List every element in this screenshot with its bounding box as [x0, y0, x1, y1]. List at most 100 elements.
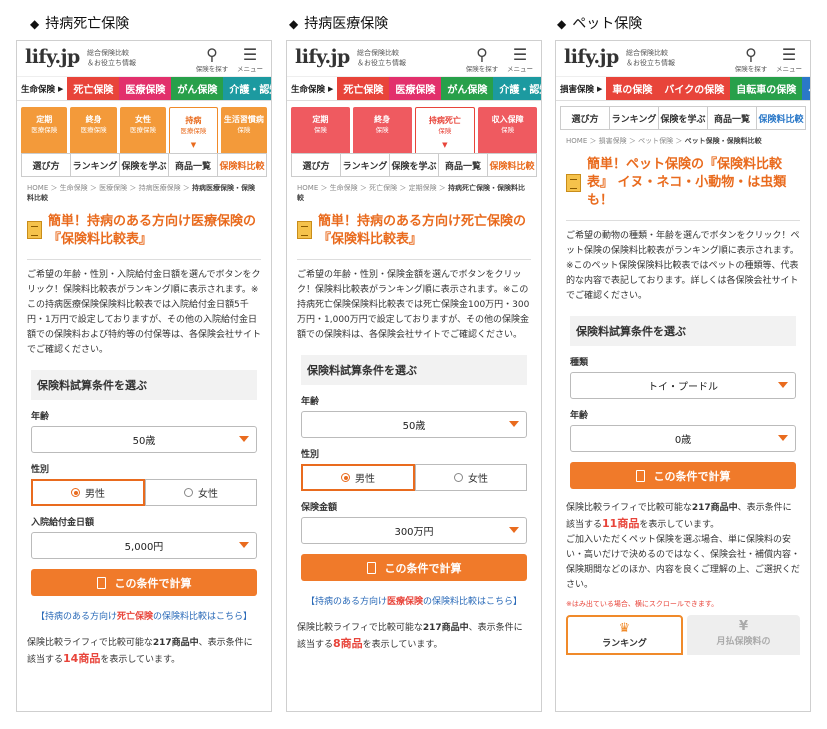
phone-screen-death: lify.jp 総合保険比較 ＆お役立ち情報 ⚲ 保険を探す ☰ メニュー 生命保険 ▶… [286, 40, 542, 712]
nav-how-to-choose[interactable]: 選び方 [22, 154, 71, 176]
nav-ranking[interactable]: ランキング [71, 154, 120, 176]
site-logo[interactable]: lify.jp [564, 46, 619, 68]
breadcrumb: HOME ＞ 損害保険 ＞ ペット保険 ＞ ペット保険・保険料比較 [566, 137, 762, 145]
menu-button[interactable]: ☰ メニュー [233, 47, 267, 74]
pet-type-select[interactable]: トイ・プードル [570, 372, 796, 399]
result-summary: 保険比較ライフィで比較可能な217商品中、表示条件に該当する11商品を表示してい… [566, 503, 792, 530]
phone-screen-pet: lify.jp 総合保険比較 ＆お役立ち情報 ⚲ 保険を探す ☰ メニュー 損害保険 ▶… [555, 40, 811, 712]
dropdown-arrow-icon [239, 542, 249, 548]
triangle-down-icon: ▼ [190, 141, 197, 149]
subtab-whole-life-medical[interactable]: 終身 医療保険 [70, 107, 117, 153]
category-cancer-insurance[interactable]: がん保険 [441, 77, 494, 100]
scroll-note: ※はみ出ている場合、横にスクロールできます。 [566, 600, 719, 608]
nav-price-compare[interactable]: 保険料比較 [488, 154, 536, 176]
nav-product-list[interactable]: 商品一覧 [708, 107, 757, 129]
menu-button[interactable]: ☰ メニュー [503, 45, 537, 74]
category-death-insurance[interactable]: 死亡保険 [67, 77, 120, 100]
nav-product-list[interactable]: 商品一覧 [439, 154, 488, 176]
category-death-insurance[interactable]: 死亡保険 [337, 77, 390, 100]
age-select[interactable]: 50歳 [31, 426, 257, 453]
category-care-insurance[interactable]: 介護・認知 [493, 77, 541, 100]
category-pet-insurance[interactable]: ペッ [802, 77, 810, 100]
category-care-insurance[interactable]: 介護・認知 [223, 77, 271, 100]
description-text: ご希望の年齢・性別・入院給付金日額を選んでボタンをクリック！保険料比較表がランキ… [27, 270, 262, 355]
age-select[interactable]: 50歳 [301, 411, 527, 438]
page-title: 簡単！持病のある方向け死亡保険の『保険料比較表』 [287, 205, 541, 249]
search-button[interactable]: ⚲ 保険を探す [195, 47, 229, 74]
coverage-amount-select[interactable]: 300万円 [301, 517, 527, 544]
category-life[interactable]: 生命保険 ▶ [287, 77, 338, 100]
category-medical-insurance[interactable]: 医療保険 [389, 77, 442, 100]
section-nav: 選び方 ランキング 保険を学ぶ 商品一覧 保険料比較 [291, 153, 537, 177]
hamburger-icon: ☰ [512, 45, 528, 64]
description-text: ご希望の年齢・性別・保険金額を選んでボタンをクリック！保険料比較表がランキング順… [297, 270, 530, 340]
calculator-book-icon [297, 221, 312, 239]
nav-ranking[interactable]: ランキング [610, 107, 659, 129]
age-label: 年齢 [301, 397, 320, 407]
age-select[interactable]: 0歳 [570, 425, 796, 452]
diamond-bullet-icon: ◆ [557, 17, 567, 31]
gender-male-radio[interactable]: 男性 [301, 464, 415, 491]
type-label: 種類 [570, 358, 589, 368]
subtab-chronic-death[interactable]: 持病死亡 保険 ▼ [414, 107, 476, 153]
column-label-1: ◆ 持病死亡保険 [30, 16, 130, 32]
nav-ranking[interactable]: ランキング [341, 154, 390, 176]
subtab-whole-life[interactable]: 終身 保険 [352, 107, 412, 153]
nav-price-compare[interactable]: 保険料比較 [218, 154, 266, 176]
subtab-term-medical[interactable]: 定期 医療保険 [21, 107, 68, 153]
gender-female-radio[interactable]: 女性 [145, 479, 257, 506]
gender-male-radio[interactable]: 男性 [31, 479, 145, 506]
age-label: 年齢 [31, 412, 50, 422]
section-heading: 保険料試算条件を選ぶ [570, 316, 796, 346]
site-logo[interactable]: lify.jp [295, 46, 350, 68]
related-link[interactable]: 【持病のある方向け医療保険の保険料比較はこちら】 [287, 581, 541, 609]
selection-advice: ご加入いただくペット保険を選ぶ場合、単に保険料の安い・高いだけで決めるのではなく… [566, 535, 801, 590]
category-life[interactable]: 生命保険 ▶ [17, 77, 68, 100]
gender-female-radio[interactable]: 女性 [415, 464, 527, 491]
search-icon: ⚲ [476, 45, 488, 64]
section-heading: 保険料試算条件を選ぶ [301, 355, 527, 385]
nav-price-compare[interactable]: 保険料比較 [757, 107, 805, 129]
subtab-income-protection[interactable]: 収入保障 保険 [478, 107, 537, 153]
calculator-icon [635, 469, 645, 482]
search-button[interactable]: ⚲ 保険を探す [465, 45, 499, 74]
search-button[interactable]: ⚲ 保険を探す [734, 45, 768, 74]
nav-learn[interactable]: 保険を学ぶ [659, 107, 708, 129]
triangle-right-icon: ▶ [328, 84, 334, 93]
related-link[interactable]: 【持病のある方向け死亡保険の保険料比較はこちら】 [17, 596, 271, 624]
hospital-benefit-select[interactable]: 5,000円 [31, 532, 257, 559]
nav-how-to-choose[interactable]: 選び方 [561, 107, 610, 129]
menu-button[interactable]: ☰ メニュー [772, 47, 806, 74]
dropdown-arrow-icon [509, 421, 519, 427]
dropdown-arrow-icon [778, 435, 788, 441]
gender-radio-group: 男性 女性 [301, 464, 527, 491]
search-icon: ⚲ [745, 45, 757, 64]
section-nav: 選び方 ランキング 保険を学ぶ 商品一覧 保険料比較 [560, 106, 806, 130]
subcategory-tabs: 定期 医療保険 終身 医療保険 女性 医療保険 持病 医療保険 ▼ 生活習慣病 保険 [17, 101, 271, 153]
result-tabs: ♛ ランキング ¥ 月払保険料の [566, 615, 800, 655]
hospital-benefit-label: 入院給付金日額 [31, 518, 95, 528]
nav-learn[interactable]: 保険を学ぶ [120, 154, 169, 176]
calculate-button[interactable]: この条件で計算 [570, 462, 796, 489]
category-non-life[interactable]: 損害保険 ▶ [556, 77, 607, 100]
nav-product-list[interactable]: 商品一覧 [169, 154, 218, 176]
calculate-button[interactable]: この条件で計算 [301, 554, 527, 581]
gender-radio-group: 男性 女性 [31, 479, 257, 506]
subtab-chronic-medical[interactable]: 持病 医療保険 ▼ [169, 107, 218, 153]
subtab-term-life[interactable]: 定期 保険 [291, 107, 350, 153]
category-cancer-insurance[interactable]: がん保険 [171, 77, 224, 100]
category-bicycle-insurance[interactable]: 自転車の保険 [730, 77, 803, 100]
page-title: 簡単！持病のある方向け医療保険の『保険料比較表』 [17, 205, 271, 249]
ranking-tab[interactable]: ♛ ランキング [566, 615, 683, 655]
calculate-button[interactable]: この条件で計算 [31, 569, 257, 596]
monthly-premium-tab[interactable]: ¥ 月払保険料の [687, 615, 800, 655]
nav-how-to-choose[interactable]: 選び方 [292, 154, 341, 176]
site-logo[interactable]: lify.jp [25, 46, 80, 68]
category-car-insurance[interactable]: 車の保険 [606, 77, 659, 100]
nav-learn[interactable]: 保険を学ぶ [390, 154, 439, 176]
subtab-women-medical[interactable]: 女性 医療保険 [119, 107, 167, 153]
category-bike-insurance[interactable]: バイクの保険 [658, 77, 731, 100]
diamond-bullet-icon: ◆ [289, 17, 299, 31]
category-medical-insurance[interactable]: 医療保険 [119, 77, 172, 100]
subtab-lifestyle-disease[interactable]: 生活習慣病 保険 [220, 107, 268, 153]
